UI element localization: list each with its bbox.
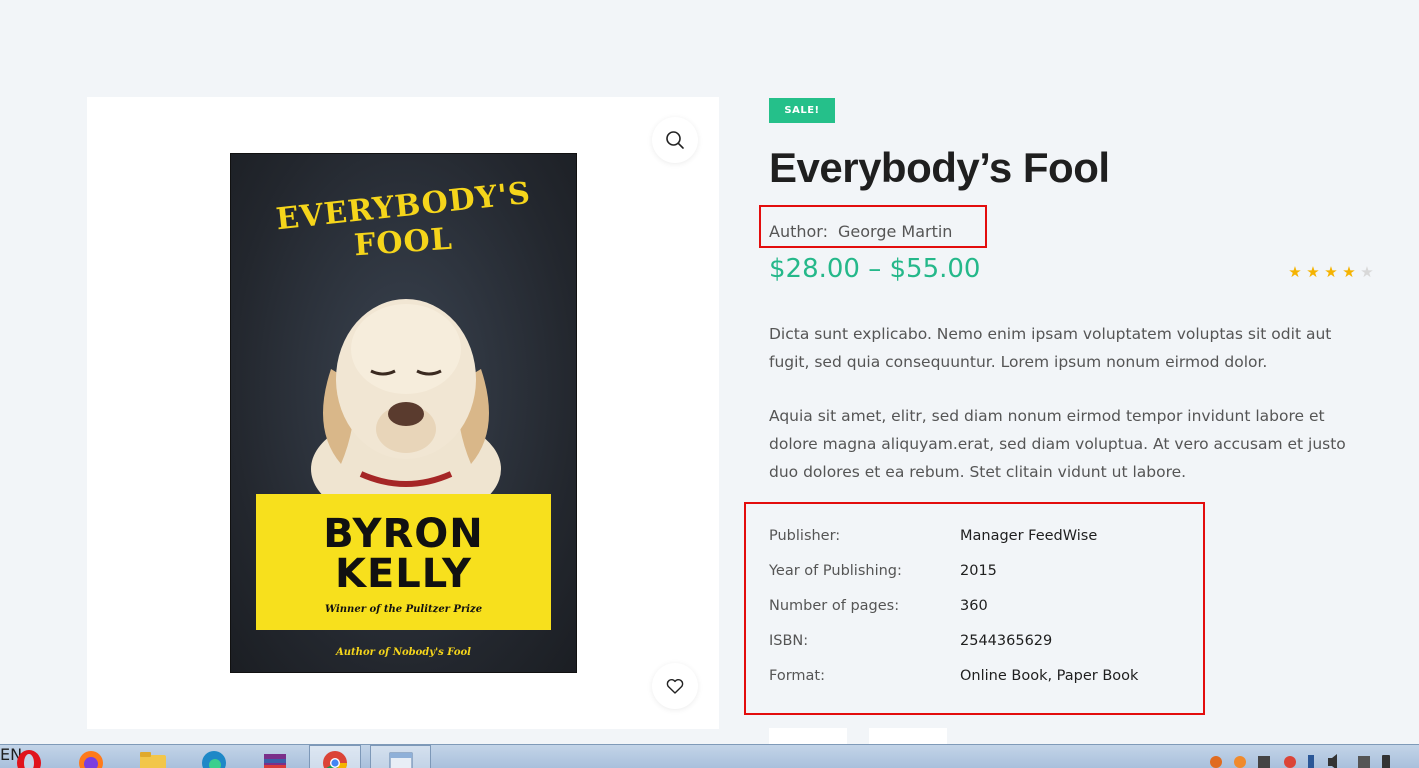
opera-icon[interactable] — [14, 749, 44, 768]
cover-tagline: Winner of the Pulitzer Prize — [324, 604, 483, 615]
meta-value: Manager FeedWise — [960, 528, 1098, 544]
meta-key: Year of Publishing: — [769, 563, 902, 579]
star-rating: ★ ★ ★ ★ ★ — [1287, 264, 1375, 280]
cover-footer: Author of Nobody's Fool — [336, 647, 471, 658]
product-price: $28.00 – $55.00 — [769, 254, 981, 284]
meta-key: Number of pages: — [769, 598, 900, 614]
heart-icon — [666, 679, 684, 694]
star-icon: ★ — [1342, 263, 1356, 281]
description-paragraph: Aquia sit amet, elitr, sed diam nonum ei… — [769, 407, 1346, 481]
star-icon: ★ — [1324, 263, 1338, 281]
firefox-icon[interactable] — [76, 749, 106, 768]
edge-icon[interactable] — [199, 749, 229, 768]
chrome-icon[interactable] — [320, 749, 350, 768]
book-cover-image: EVERYBODY'S FOOL BYRON KELLY Winner of t… — [230, 153, 577, 673]
product-title: Everybody’s Fool — [769, 144, 1110, 191]
cover-author-line-2: KELLY — [334, 551, 473, 597]
cover-author-line-1: BYRON — [323, 511, 484, 557]
author-link[interactable]: George Martin — [838, 222, 952, 241]
meta-row-pages: Number of pages: 360 — [769, 596, 1189, 631]
zoom-button[interactable] — [652, 117, 698, 163]
star-icon: ★ — [1306, 263, 1320, 281]
author-label: Author: — [769, 222, 828, 241]
file-explorer-icon[interactable] — [138, 749, 168, 768]
meta-row-format: Format: Online Book, Paper Book — [769, 666, 1189, 701]
sale-badge: SALE! — [769, 98, 835, 123]
meta-value: 360 — [960, 598, 988, 614]
app-window-icon[interactable] — [386, 749, 416, 768]
system-tray-icons[interactable] — [1208, 753, 1408, 768]
winrar-icon[interactable] — [260, 749, 290, 768]
meta-value: 2544365629 — [960, 633, 1053, 649]
meta-key: Format: — [769, 668, 825, 684]
product-author: Author: George Martin — [769, 222, 952, 241]
cover-author-box: BYRON KELLY Winner of the Pulitzer Prize — [256, 494, 551, 630]
dog-illustration — [311, 299, 501, 504]
cover-title: EVERYBODY'S FOOL — [231, 176, 576, 264]
wishlist-button[interactable] — [652, 663, 698, 709]
os-taskbar: EN — [0, 744, 1419, 768]
meta-row-isbn: ISBN: 2544365629 — [769, 631, 1189, 666]
star-icon: ★ — [1360, 263, 1374, 281]
product-gallery: EVERYBODY'S FOOL BYRON KELLY Winner of t… — [87, 97, 719, 729]
meta-key: Publisher: — [769, 528, 841, 544]
meta-key: ISBN: — [769, 633, 809, 649]
meta-value: 2015 — [960, 563, 997, 579]
magnifier-icon — [666, 131, 684, 149]
product-meta-table: Publisher: Manager FeedWise Year of Publ… — [769, 526, 1189, 701]
description-paragraph: Dicta sunt explicabo. Nemo enim ipsam vo… — [769, 325, 1332, 371]
meta-row-publisher: Publisher: Manager FeedWise — [769, 526, 1189, 561]
meta-row-year: Year of Publishing: 2015 — [769, 561, 1189, 596]
meta-value: Online Book, Paper Book — [960, 668, 1139, 684]
product-description: Dicta sunt explicabo. Nemo enim ipsam vo… — [769, 320, 1369, 486]
star-icon: ★ — [1288, 263, 1302, 281]
